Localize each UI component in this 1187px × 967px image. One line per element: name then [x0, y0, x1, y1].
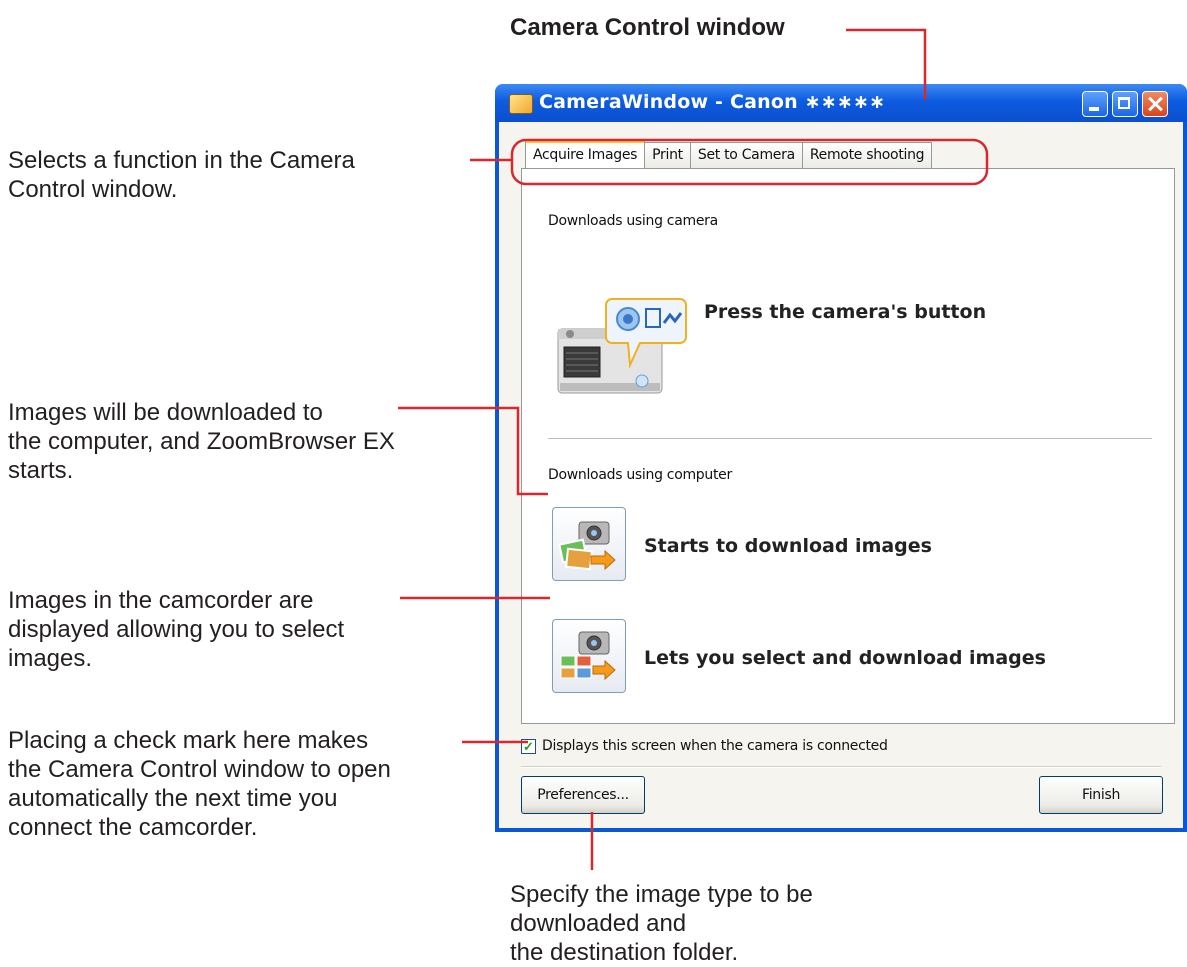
download-images-icon — [558, 521, 616, 571]
maximize-button[interactable] — [1112, 91, 1138, 117]
preferences-button[interactable]: Preferences... — [521, 776, 645, 814]
camera-button-illustration — [557, 298, 687, 394]
callout-line: Control window. — [8, 176, 178, 203]
callout-download: Images will be downloaded to the compute… — [8, 398, 395, 485]
callout-line: automatically the next time you — [8, 785, 338, 812]
callout-preferences: Specify the image type to be downloaded … — [510, 880, 930, 967]
title-bar[interactable]: CameraWindow - Canon ∗∗∗∗∗ — [495, 84, 1187, 122]
callout-line: Images will be downloaded to — [8, 399, 323, 426]
callout-line: starts. — [8, 457, 74, 484]
callout-line: the Camera Control window to open — [8, 756, 391, 783]
callout-title: Camera Control window — [510, 14, 785, 41]
callout-checkbox: Placing a check mark here makes the Came… — [8, 726, 391, 842]
callout-line: the computer, and ZoomBrowser EX — [8, 428, 395, 455]
window-title: CameraWindow - Canon ∗∗∗∗∗ — [539, 91, 886, 113]
tab-set-to-camera[interactable]: Set to Camera — [689, 142, 803, 168]
select-download-button[interactable] — [552, 619, 626, 693]
callout-line: connect the camcorder. — [8, 814, 258, 841]
callout-line: the destination folder. — [510, 939, 739, 966]
tab-remote-shooting[interactable]: Remote shooting — [801, 142, 933, 168]
footer-separator — [521, 766, 1161, 768]
camera-control-window: CameraWindow - Canon ∗∗∗∗∗ Acquire Image… — [495, 84, 1187, 832]
minimize-button[interactable] — [1082, 91, 1108, 117]
tab-strip: Acquire Images Print Set to Camera Remot… — [525, 140, 933, 169]
show-on-connect-checkbox[interactable]: ✓ — [521, 738, 536, 754]
camera-action-text: Press the camera's button — [704, 301, 987, 323]
section-label-camera: Downloads using camera — [548, 213, 718, 229]
callout-line: Placing a check mark here makes — [8, 727, 369, 754]
callout-line: images. — [8, 645, 93, 672]
callout-line: displayed allowing you to select — [8, 616, 345, 643]
callout-line: Selects a function in the Camera — [8, 147, 355, 174]
show-on-connect-label[interactable]: Displays this screen when the camera is … — [542, 738, 888, 754]
window-client-area: Acquire Images Print Set to Camera Remot… — [499, 122, 1183, 828]
callout-line: Specify the image type to be downloaded … — [510, 881, 813, 937]
tab-print[interactable]: Print — [644, 142, 691, 168]
show-on-connect-row: ✓ Displays this screen when the camera i… — [521, 736, 888, 756]
close-button[interactable] — [1142, 91, 1168, 117]
select-images-icon — [560, 631, 616, 681]
acquire-images-panel: Downloads using camera Press the camera'… — [521, 168, 1175, 724]
camera-app-icon — [509, 94, 533, 114]
callout-select: Images in the camcorder are displayed al… — [8, 586, 344, 673]
section-label-computer: Downloads using computer — [548, 467, 732, 483]
tab-acquire-images[interactable]: Acquire Images — [525, 140, 646, 168]
start-download-button[interactable] — [552, 507, 626, 581]
section-divider — [548, 438, 1152, 439]
callout-tabs: Selects a function in the Camera Control… — [8, 146, 355, 204]
callout-line: Images in the camcorder are — [8, 587, 314, 614]
download-action-text: Starts to download images — [644, 535, 932, 557]
select-action-text: Lets you select and download images — [644, 647, 1046, 669]
finish-button[interactable]: Finish — [1039, 776, 1163, 814]
